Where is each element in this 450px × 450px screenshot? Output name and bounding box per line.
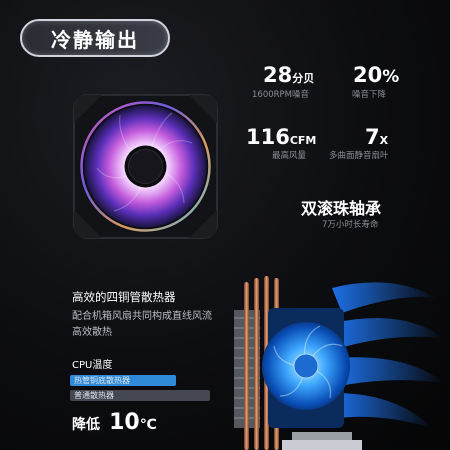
feature-title: 双滚珠轴承 bbox=[301, 199, 382, 218]
bar-track-copper: 热管铜底散热器 bbox=[70, 375, 210, 386]
heat-desc-line2: 高效散热 bbox=[72, 327, 112, 338]
rgb-fan-illustration bbox=[73, 94, 218, 239]
stat-noise-drop: 20% bbox=[353, 63, 400, 87]
section-title-badge: 冷静输出 bbox=[20, 19, 170, 57]
cpu-temp-label: CPU温度 bbox=[72, 360, 113, 371]
product-banner: 冷静输出 28分贝 1600RPM噪音 20% 噪音下降 116CFM 最高风量… bbox=[0, 0, 450, 450]
stat-blades-caption: 多曲面静音扇叶 bbox=[329, 151, 389, 161]
bar-label-standard: 普通散热器 bbox=[74, 391, 114, 400]
section-title: 冷静输出 bbox=[51, 27, 139, 52]
temperature-reduction: 降低 10℃ bbox=[72, 410, 157, 435]
heat-desc-line1: 配合机箱风扇共同构成直线风流 bbox=[72, 311, 212, 322]
tower-cooler-illustration bbox=[234, 276, 444, 450]
bar-track-standard: 普通散热器 bbox=[70, 390, 210, 401]
stat-noise: 28分贝 bbox=[263, 63, 315, 87]
bar-label-copper: 热管铜底散热器 bbox=[74, 376, 130, 385]
stat-noise-caption: 1600RPM噪音 bbox=[252, 90, 309, 100]
stat-blades: 7X bbox=[365, 125, 389, 149]
stat-airflow: 116CFM bbox=[246, 125, 317, 149]
stat-noise-drop-caption: 噪音下降 bbox=[352, 90, 387, 100]
stat-airflow-caption: 最高风量 bbox=[272, 151, 307, 161]
heat-title: 高效的四铜管散热器 bbox=[72, 290, 176, 304]
feature-caption: 7万小时长寿命 bbox=[322, 220, 379, 230]
